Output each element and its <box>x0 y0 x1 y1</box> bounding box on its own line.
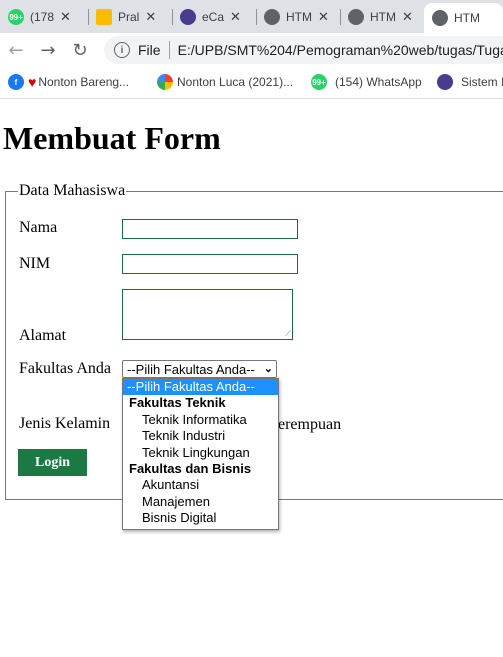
globe-icon <box>432 10 448 26</box>
label-nama: Nama <box>19 219 58 236</box>
label-nim: NIM <box>19 255 51 272</box>
back-button[interactable]: ← <box>4 38 28 62</box>
tab-whatsapp[interactable]: 99+ (178 ✕ <box>0 3 88 31</box>
dropdown-option[interactable]: Teknik Industri <box>123 428 278 444</box>
fieldset-legend: Data Mahasiswa <box>19 182 126 199</box>
tab-drive[interactable]: Pral ✕ <box>88 3 172 31</box>
chevron-down-icon: ⌄ <box>263 363 273 375</box>
globe-icon <box>264 9 280 25</box>
close-icon[interactable]: ✕ <box>60 9 71 25</box>
tab-html-1[interactable]: HTM ✕ <box>256 3 340 31</box>
bookmarks-bar: f ♥ Nonton Bareng... Nonton Luca (2021).… <box>0 67 503 99</box>
tab-strip: 99+ (178 ✕ Pral ✕ eCa ✕ HTM ✕ HTM ✕ HTM <box>0 0 503 33</box>
whatsapp-icon: 99+ <box>311 74 327 90</box>
fakultas-select[interactable]: --Pilih Fakultas Anda-- ⌄ <box>122 360 277 378</box>
bookmark-nonton-luca[interactable]: Nonton Luca (2021)... <box>157 74 293 90</box>
bookmark-label: Nonton Luca (2021)... <box>177 75 294 89</box>
scheme-label: File <box>138 42 161 58</box>
bookmark-label: (154) WhatsApp <box>335 75 422 89</box>
tab-label: Pral <box>118 10 140 24</box>
nim-input[interactable] <box>122 254 298 274</box>
label-alamat: Alamat <box>19 327 67 344</box>
close-icon[interactable]: ✕ <box>230 9 241 25</box>
bookmark-nonton-bareng[interactable]: f ♥ Nonton Bareng... <box>8 74 129 90</box>
info-icon[interactable]: i <box>114 42 130 58</box>
dropdown-option[interactable]: Teknik Lingkungan <box>123 445 278 461</box>
forward-button[interactable]: → <box>36 38 60 62</box>
tab-label: HTM <box>454 11 480 25</box>
dropdown-optgroup: Fakultas Teknik <box>129 395 226 411</box>
url-text: E:/UPB/SMT%204/Pemograman%20web/tugas/Tu… <box>177 42 503 58</box>
dropdown-option[interactable]: Bisnis Digital <box>123 510 278 526</box>
bookmark-label: Nonton Bareng... <box>38 75 130 89</box>
tab-label: (178 <box>30 10 55 24</box>
globe-icon <box>348 9 364 25</box>
dropdown-option[interactable]: Akuntansi <box>123 477 278 493</box>
toolbar: ← → ↻ i File E:/UPB/SMT%204/Pemograman%2… <box>0 33 503 67</box>
login-button[interactable]: Login <box>18 449 87 476</box>
label-jenis-kelamin: Jenis Kelamin <box>19 415 111 432</box>
resize-handle-icon[interactable]: ⟋ <box>285 329 291 339</box>
bookmark-whatsapp[interactable]: 99+ (154) WhatsApp <box>311 74 422 90</box>
dropdown-option[interactable]: --Pilih Fakultas Anda-- <box>123 379 278 396</box>
tab-html-active[interactable]: HTM <box>424 3 503 33</box>
label-fakultas: Fakultas Anda <box>19 360 111 377</box>
bookmark-sistem-informasi[interactable]: Sistem In <box>437 74 503 90</box>
tab-html-2[interactable]: HTM ✕ <box>340 3 424 31</box>
bookmark-label: Sistem In <box>461 75 503 89</box>
fakultas-dropdown-list: --Pilih Fakultas Anda-- Fakultas Teknik … <box>122 378 279 530</box>
close-icon[interactable]: ✕ <box>145 9 156 25</box>
facebook-icon: f <box>8 74 24 90</box>
pinwheel-icon <box>157 74 173 90</box>
reload-icon: ↻ <box>72 39 88 61</box>
university-icon <box>437 74 453 90</box>
dropdown-option[interactable]: Teknik Informatika <box>123 412 278 428</box>
tab-label: HTM <box>370 10 396 24</box>
close-icon[interactable]: ✕ <box>402 9 413 25</box>
google-drive-icon <box>96 9 112 25</box>
dropdown-optgroup: Fakultas dan Bisnis <box>129 460 252 476</box>
heart-icon: ♥ <box>28 74 37 90</box>
omnibox-divider <box>168 41 170 59</box>
tab-label: eCa <box>202 10 225 24</box>
close-icon[interactable]: ✕ <box>318 9 329 25</box>
browser-chrome: 99+ (178 ✕ Pral ✕ eCa ✕ HTM ✕ HTM ✕ HTM … <box>0 0 503 99</box>
alamat-textarea[interactable]: ⟋ <box>122 289 293 340</box>
dropdown-option[interactable]: Manajemen <box>123 494 278 510</box>
address-bar[interactable]: i File E:/UPB/SMT%204/Pemograman%20web/t… <box>104 36 503 64</box>
nama-input[interactable] <box>122 219 298 239</box>
whatsapp-icon: 99+ <box>8 9 24 25</box>
tab-label: HTM <box>286 10 312 24</box>
back-arrow-icon: ← <box>8 39 24 61</box>
university-icon <box>180 9 196 25</box>
gender-option-perempuan-partial[interactable]: erempuan <box>278 416 341 434</box>
page-title: Membuat Form <box>3 120 221 156</box>
forward-arrow-icon: → <box>40 39 56 61</box>
select-value: --Pilih Fakultas Anda-- <box>127 361 255 377</box>
tab-ecampus[interactable]: eCa ✕ <box>172 3 256 31</box>
reload-button[interactable]: ↻ <box>68 38 92 62</box>
